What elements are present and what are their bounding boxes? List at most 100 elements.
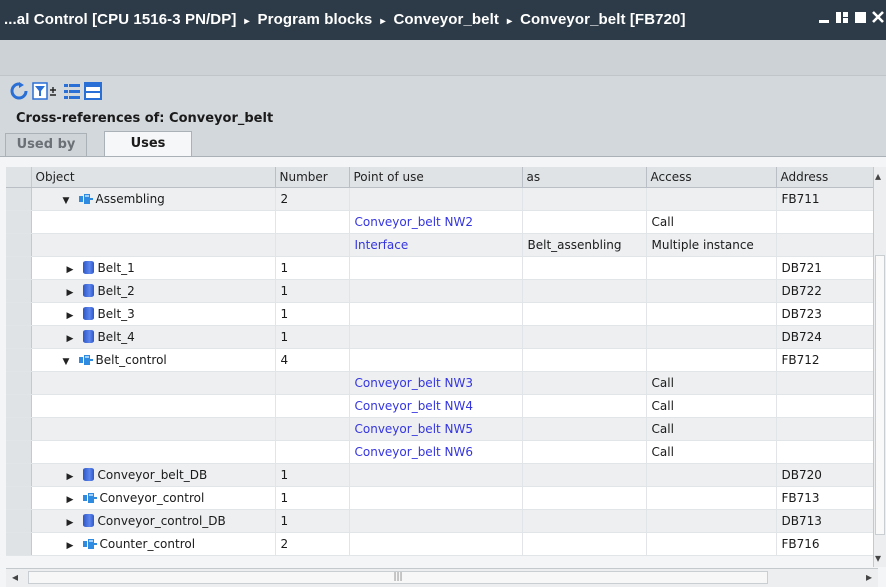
column-header-as[interactable]: as [522, 167, 647, 188]
expand-right-icon[interactable]: ▶ [67, 518, 83, 528]
breadcrumb-item-program-blocks[interactable]: Program blocks [258, 11, 373, 28]
row-gutter[interactable] [6, 233, 32, 257]
breadcrumb-item-cpu[interactable]: ...al Control [CPU 1516-3 PN/DP] [4, 11, 236, 28]
maximize-icon[interactable] [854, 10, 867, 24]
cell-object: ▼ Belt_control [31, 348, 276, 372]
row-gutter[interactable] [6, 532, 32, 556]
cell-number: 1 [275, 256, 350, 280]
table-row[interactable]: ▶ Conveyor_control_DB 1 DB713 [6, 509, 879, 533]
cell-number: 1 [275, 279, 350, 303]
table-row[interactable]: ▶ Conveyor_belt_DB 1 DB720 [6, 463, 879, 487]
table-row[interactable]: ▶ Belt_1 1 DB721 [6, 256, 879, 280]
row-gutter[interactable] [6, 417, 32, 441]
tab-uses[interactable]: Uses [104, 131, 192, 156]
expand-right-icon[interactable]: ▶ [67, 288, 83, 298]
expand-right-icon[interactable]: ▶ [67, 541, 83, 551]
filter-dropdown-icon[interactable] [48, 82, 58, 100]
breadcrumb-item-fb720[interactable]: Conveyor_belt [FB720] [520, 11, 685, 28]
reference-detail-row[interactable]: Conveyor_belt NW2 Call [6, 210, 879, 234]
collapse-icon[interactable] [63, 82, 81, 100]
row-gutter[interactable] [6, 325, 32, 349]
object-name: Belt_3 [97, 307, 135, 321]
row-gutter[interactable] [6, 256, 32, 280]
table-row[interactable]: ▶ Conveyor_control 1 FB713 [6, 486, 879, 510]
reference-detail-row[interactable]: Conveyor_belt NW6 Call [6, 440, 879, 464]
horizontal-scrollbar[interactable]: ◂ ||| ▸ [6, 568, 878, 587]
point-of-use-link[interactable]: Conveyor_belt NW3 [355, 376, 474, 390]
row-gutter[interactable] [6, 279, 32, 303]
point-of-use-link[interactable]: Conveyor_belt NW5 [355, 422, 474, 436]
table-row[interactable]: ▶ Belt_3 1 DB723 [6, 302, 879, 326]
tile-icon[interactable] [835, 10, 849, 24]
scroll-left-icon[interactable]: ◂ [12, 570, 18, 584]
column-header-access[interactable]: Access [646, 167, 777, 188]
number-value: 2 [280, 192, 289, 206]
tab-bar: Used by Uses [0, 131, 886, 156]
breadcrumb-item-conveyor-belt[interactable]: Conveyor_belt [393, 11, 499, 28]
expand-right-icon[interactable]: ▶ [67, 472, 83, 482]
number-value: 1 [280, 284, 289, 298]
cell-access [646, 187, 777, 211]
reference-detail-row[interactable]: Conveyor_belt NW5 Call [6, 417, 879, 441]
column-header-point-of-use[interactable]: Point of use [349, 167, 523, 188]
close-icon[interactable] [872, 10, 884, 24]
cell-address: DB723 [776, 302, 879, 326]
data-block-icon [82, 514, 94, 527]
table-row[interactable]: ▶ Counter_control 2 FB716 [6, 532, 879, 556]
cell-as [522, 187, 647, 211]
row-gutter[interactable] [6, 187, 32, 211]
row-gutter[interactable] [6, 371, 32, 395]
point-of-use-link[interactable]: Conveyor_belt NW6 [355, 445, 474, 459]
expand-right-icon[interactable]: ▶ [67, 495, 83, 505]
row-gutter[interactable] [6, 486, 32, 510]
cell-as [522, 256, 647, 280]
cell-number: 1 [275, 325, 350, 349]
table-row[interactable]: ▼ Belt_control 4 FB712 [6, 348, 879, 372]
table-row[interactable]: ▶ Belt_2 1 DB722 [6, 279, 879, 303]
refresh-icon[interactable] [10, 82, 28, 100]
cell-as [522, 532, 647, 556]
row-gutter[interactable] [6, 394, 32, 418]
cell-address: FB716 [776, 532, 879, 556]
cell-as [522, 463, 647, 487]
vertical-scrollbar[interactable]: ▴ ▾ [873, 167, 886, 567]
expand-down-icon[interactable]: ▼ [63, 357, 79, 367]
row-gutter[interactable] [6, 463, 32, 487]
point-of-use-link[interactable]: Interface [355, 238, 409, 252]
minimize-icon[interactable] [818, 10, 830, 24]
row-gutter[interactable] [6, 302, 32, 326]
expand-right-icon[interactable]: ▶ [67, 334, 83, 344]
table-row[interactable]: ▶ Belt_4 1 DB724 [6, 325, 879, 349]
cell-access: Call [646, 394, 777, 418]
cell-access [646, 463, 777, 487]
reference-detail-row[interactable]: Conveyor_belt NW3 Call [6, 371, 879, 395]
column-header-object[interactable]: Object [31, 167, 276, 188]
vertical-scroll-thumb[interactable] [875, 255, 885, 535]
cell-point-of-use [349, 509, 523, 533]
cell-address [776, 440, 879, 464]
row-gutter[interactable] [6, 210, 32, 234]
number-value: 1 [280, 468, 289, 482]
scroll-down-icon[interactable]: ▾ [875, 551, 881, 565]
reference-detail-row[interactable]: Conveyor_belt NW4 Call [6, 394, 879, 418]
point-of-use-link[interactable]: Conveyor_belt NW2 [355, 215, 474, 229]
row-gutter[interactable] [6, 509, 32, 533]
scroll-up-icon[interactable]: ▴ [875, 169, 881, 183]
reference-detail-row[interactable]: Interface Belt_assenbling Multiple instanc… [6, 233, 879, 257]
tab-used-by[interactable]: Used by [5, 133, 87, 156]
cell-point-of-use: Conveyor_belt NW2 [349, 210, 523, 234]
layout-icon[interactable] [84, 82, 102, 100]
expand-down-icon[interactable]: ▼ [63, 196, 79, 206]
row-gutter[interactable] [6, 440, 32, 464]
column-header-address[interactable]: Address [776, 167, 879, 188]
cell-address [776, 371, 879, 395]
cell-point-of-use: Conveyor_belt NW4 [349, 394, 523, 418]
table-row[interactable]: ▼ Assembling 2 FB711 [6, 187, 879, 211]
column-header-number[interactable]: Number [275, 167, 350, 188]
scroll-right-icon[interactable]: ▸ [866, 570, 872, 584]
horizontal-scroll-thumb[interactable]: ||| [28, 571, 768, 584]
expand-right-icon[interactable]: ▶ [67, 265, 83, 275]
expand-right-icon[interactable]: ▶ [67, 311, 83, 321]
point-of-use-link[interactable]: Conveyor_belt NW4 [355, 399, 474, 413]
row-gutter[interactable] [6, 348, 32, 372]
